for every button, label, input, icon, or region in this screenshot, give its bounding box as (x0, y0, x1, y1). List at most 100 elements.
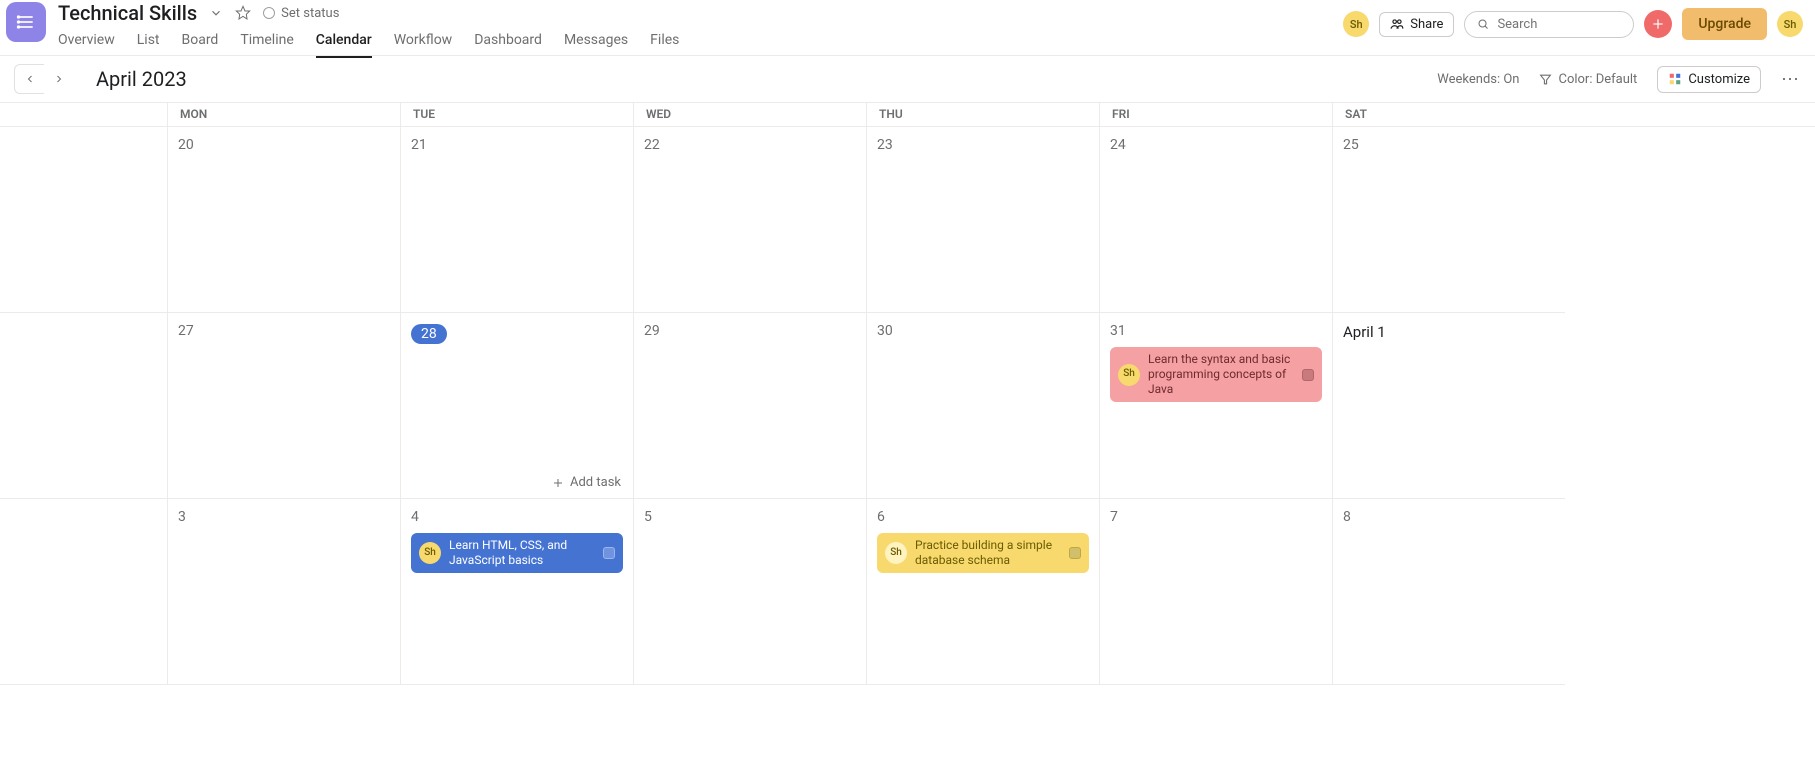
tab-calendar[interactable]: Calendar (316, 32, 372, 58)
tab-overview[interactable]: Overview (58, 32, 115, 58)
calendar-cell[interactable]: April 1 (1332, 313, 1565, 499)
day-header: TUE (400, 103, 633, 126)
upgrade-button[interactable]: Upgrade (1682, 8, 1767, 40)
color-filter[interactable]: Color: Default (1539, 72, 1637, 87)
customize-button[interactable]: Customize (1657, 66, 1761, 93)
title-area: Technical Skills Set status OverviewList… (58, 0, 1343, 58)
day-number: 23 (877, 137, 1089, 153)
task-complete-checkbox[interactable] (603, 547, 615, 559)
task-card[interactable]: Sh Learn HTML, CSS, and JavaScript basics (411, 533, 623, 573)
day-number: 4 (411, 509, 623, 525)
calendar-cell[interactable]: 24 (1099, 127, 1332, 313)
project-icon (6, 2, 46, 42)
tab-files[interactable]: Files (650, 32, 679, 58)
task-title: Learn the syntax and basic programming c… (1148, 352, 1294, 397)
calendar-cell[interactable]: 3 (167, 499, 400, 685)
tab-list[interactable]: List (137, 32, 160, 58)
day-number: 31 (1110, 323, 1322, 339)
calendar-cell[interactable]: 27 (167, 313, 400, 499)
search-icon (1477, 17, 1489, 31)
day-header: FRI (1099, 103, 1332, 126)
task-assignee-avatar: Sh (885, 542, 907, 564)
tab-messages[interactable]: Messages (564, 32, 628, 58)
day-number: 7 (1110, 509, 1322, 525)
customize-icon (1668, 72, 1682, 86)
title-dropdown[interactable] (209, 6, 223, 20)
task-complete-checkbox[interactable] (1302, 369, 1314, 381)
weekends-toggle[interactable]: Weekends: On (1437, 72, 1519, 87)
day-number: 30 (877, 323, 1089, 339)
calendar-cell[interactable]: 4 Sh Learn HTML, CSS, and JavaScript basic… (400, 499, 633, 685)
calendar-cell[interactable] (0, 127, 167, 313)
top-right: Sh Share Upgrade Sh (1343, 8, 1803, 40)
calendar-cell[interactable]: 6 Sh Practice building a simple database s… (866, 499, 1099, 685)
month-label: April 2023 (96, 67, 187, 91)
calendar-grid: 2021222324252728Add task293031ShLearn th… (0, 127, 1815, 685)
set-status-label: Set status (281, 6, 339, 21)
search-input[interactable] (1497, 17, 1621, 32)
calendar-cell[interactable]: 8 (1332, 499, 1565, 685)
calendar-cell[interactable] (0, 499, 167, 685)
filter-icon (1539, 73, 1552, 86)
day-number: 6 (877, 509, 1089, 525)
set-status-button[interactable]: Set status (263, 6, 339, 21)
tab-dashboard[interactable]: Dashboard (474, 32, 542, 58)
day-number: 21 (411, 137, 623, 153)
tab-board[interactable]: Board (182, 32, 219, 58)
day-number: 29 (644, 323, 856, 339)
day-number: 22 (644, 137, 856, 153)
color-label: Color: Default (1558, 72, 1637, 87)
topbar: Technical Skills Set status OverviewList… (0, 0, 1815, 56)
day-header: SAT (1332, 103, 1565, 126)
weekends-label: Weekends: On (1437, 72, 1519, 87)
next-month-button[interactable] (44, 64, 74, 94)
day-number: 5 (644, 509, 856, 525)
calendar-cell[interactable]: 29 (633, 313, 866, 499)
more-button[interactable]: ⋯ (1781, 69, 1801, 90)
customize-label: Customize (1688, 72, 1750, 87)
prev-month-button[interactable] (14, 64, 44, 94)
calendar-cell[interactable]: 21 (400, 127, 633, 313)
calendar-cell[interactable]: 30 (866, 313, 1099, 499)
calendar-cell[interactable]: 25 (1332, 127, 1565, 313)
calendar-cell[interactable]: 28 Add task (400, 313, 633, 499)
status-circle-icon (263, 7, 275, 19)
assignee-avatar[interactable]: Sh (1343, 11, 1369, 37)
task-assignee-avatar: Sh (419, 542, 441, 564)
tab-timeline[interactable]: Timeline (240, 32, 293, 58)
search-box[interactable] (1464, 11, 1634, 38)
day-number: 24 (1110, 137, 1322, 153)
task-title: Practice building a simple database sche… (915, 538, 1061, 568)
calendar-cell[interactable]: 22 (633, 127, 866, 313)
day-header: MON (167, 103, 400, 126)
calendar-cell[interactable]: 20 (167, 127, 400, 313)
day-header: THU (866, 103, 1099, 126)
star-icon[interactable] (235, 5, 251, 21)
calendar-day-headers: MONTUEWEDTHUFRISAT (0, 103, 1815, 127)
day-number: 8 (1343, 509, 1555, 525)
day-number: 27 (178, 323, 390, 339)
share-label: Share (1410, 17, 1443, 32)
task-card[interactable]: ShLearn the syntax and basic programming… (1110, 347, 1322, 402)
tabs: Overview List Board Timeline Calendar Workflo… (58, 32, 1343, 58)
day-header: WED (633, 103, 866, 126)
plus-icon (552, 477, 564, 489)
add-task-button[interactable]: Add task (552, 475, 621, 490)
calendar-cell[interactable]: 7 (1099, 499, 1332, 685)
day-number: April 1 (1343, 323, 1555, 341)
share-button[interactable]: Share (1379, 12, 1454, 37)
calendar-toolbar: April 2023 Weekends: On Color: Default C… (0, 56, 1815, 103)
calendar-cell[interactable]: 5 (633, 499, 866, 685)
user-avatar[interactable]: Sh (1777, 11, 1803, 37)
task-card[interactable]: Sh Practice building a simple database sc… (877, 533, 1089, 573)
task-title: Learn HTML, CSS, and JavaScript basics (449, 538, 595, 568)
day-number: 28 (411, 324, 447, 344)
tab-workflow[interactable]: Workflow (394, 32, 453, 58)
task-complete-checkbox[interactable] (1069, 547, 1081, 559)
calendar-cell[interactable]: 23 (866, 127, 1099, 313)
add-button[interactable] (1644, 10, 1672, 38)
calendar-cell[interactable]: 31 ShLearn the syntax and basic programmi… (1099, 313, 1332, 499)
calendar-cell[interactable] (0, 313, 167, 499)
add-task-label: Add task (570, 475, 621, 490)
day-number: 20 (178, 137, 390, 153)
